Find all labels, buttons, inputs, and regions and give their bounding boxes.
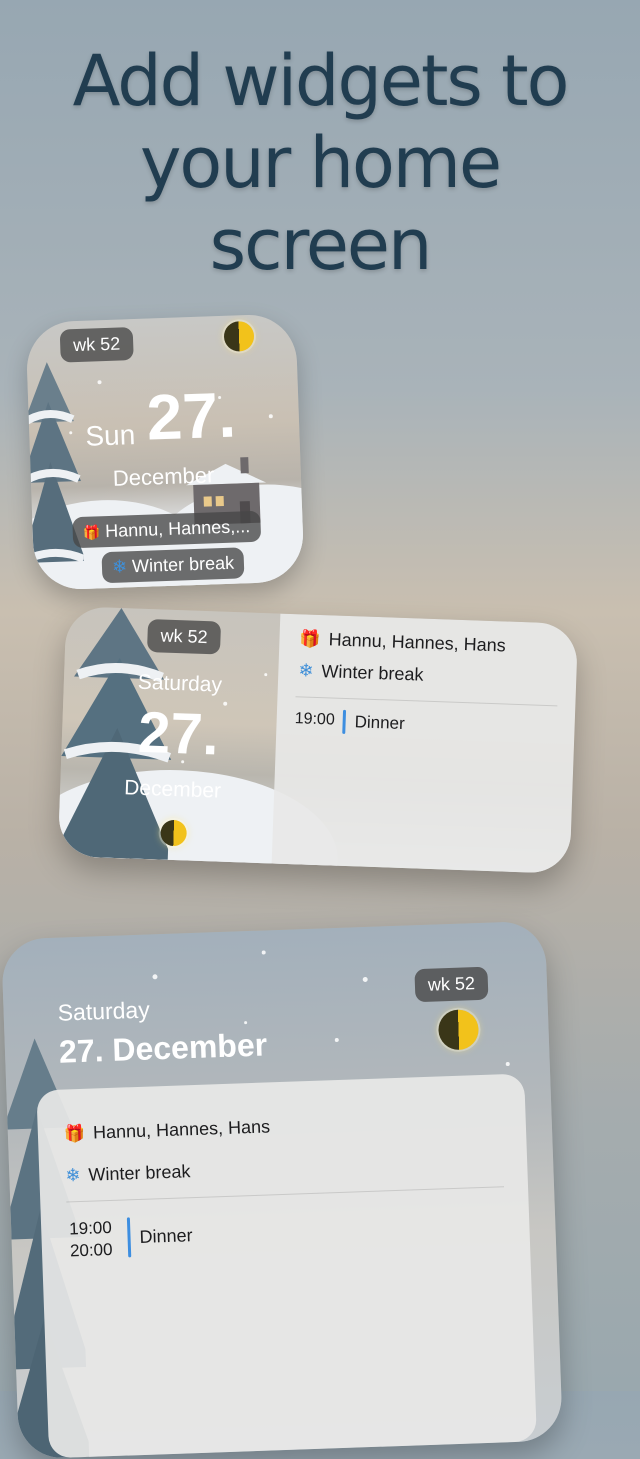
event-end-time: 20:00 <box>69 1239 113 1261</box>
events-panel: 🎁 Hannu, Hannes, Hans ❄ Winter break 19:00… <box>271 613 579 874</box>
snowflake-dot <box>334 1037 339 1043</box>
weekday: Saturday <box>57 996 151 1026</box>
pine-tree-icon <box>25 362 85 565</box>
widget-medium[interactable]: wk 52 Saturday 27. December 🎁 Hannu, Hann… <box>57 606 579 874</box>
snowflake-dot <box>223 701 228 706</box>
event-title[interactable]: Dinner <box>139 1225 193 1248</box>
moon-phase-icon <box>223 320 255 352</box>
month: December <box>123 776 222 803</box>
event-row-holiday[interactable]: ❄ Winter break <box>65 1161 191 1186</box>
snowflake-dot <box>152 974 158 980</box>
event-time: 19:00 <box>294 710 336 729</box>
event-holiday-label: Winter break <box>131 552 235 577</box>
week-badge: wk 52 <box>414 966 489 1003</box>
snowflake-dot <box>244 1021 248 1025</box>
divider <box>295 696 558 707</box>
day-number: 27. <box>137 699 220 768</box>
event-holiday-label: Winter break <box>321 661 424 685</box>
date: 27. December <box>58 1026 268 1070</box>
event-pill-names: 🎁 Hannu, Hannes,... <box>72 510 261 549</box>
event-names-label: Hannu, Hannes, Hans <box>328 629 507 656</box>
headline-line-2: your home <box>139 122 502 204</box>
snowflake-dot <box>362 976 368 983</box>
snowflake-dot <box>261 950 266 955</box>
month: December <box>112 462 215 491</box>
headline-line-1: Add widgets to <box>72 40 570 122</box>
page-headline: Add widgets to your home screen <box>0 40 640 286</box>
event-holiday-label: Winter break <box>88 1161 191 1185</box>
event-title[interactable]: Dinner <box>354 712 405 734</box>
snowflake-dot <box>264 673 268 677</box>
event-pill-holiday: ❄ Winter break <box>101 547 245 584</box>
weekday: Sun <box>84 419 136 452</box>
event-row-names[interactable]: 🎁 Hannu, Hannes, Hans <box>299 628 506 656</box>
day-number: 27. <box>145 378 237 454</box>
divider <box>66 1186 505 1203</box>
event-color-bar <box>126 1217 132 1258</box>
widget-small[interactable]: wk 52 Sun 27. December 🎁 Hannu, Hannes,.… <box>25 313 305 591</box>
event-start-time: 19:00 <box>68 1217 113 1239</box>
gift-icon: 🎁 <box>299 629 322 650</box>
weekday: Saturday <box>137 670 223 697</box>
moon-phase-icon <box>437 1009 480 1051</box>
week-badge: wk 52 <box>59 327 134 363</box>
gift-icon: 🎁 <box>63 1123 86 1144</box>
headline-line-3: screen <box>209 204 433 286</box>
snowflake-dot <box>268 414 273 419</box>
gift-icon: 🎁 <box>82 524 101 541</box>
event-names-label: Hannu, Hannes,... <box>104 516 251 542</box>
event-row-names[interactable]: 🎁 Hannu, Hannes, Hans <box>64 1116 271 1144</box>
snowflake-dot <box>505 1061 510 1067</box>
events-panel: 🎁 Hannu, Hannes, Hans ❄ Winter break 19:00… <box>36 1073 537 1459</box>
snowflake-dot <box>97 380 102 385</box>
widget-large[interactable]: Saturday 27. December wk 52 🎁 Hannu, Hann… <box>1 920 563 1459</box>
event-color-bar <box>342 709 347 734</box>
week-badge: wk 52 <box>146 618 222 655</box>
event-row-holiday[interactable]: ❄ Winter break <box>298 660 424 685</box>
snowflake-icon: ❄ <box>111 556 128 577</box>
event-names-label: Hannu, Hannes, Hans <box>92 1116 271 1143</box>
snowflake-icon: ❄ <box>65 1165 81 1186</box>
snowflake-dot <box>69 431 73 435</box>
snowflake-icon: ❄ <box>298 660 314 681</box>
